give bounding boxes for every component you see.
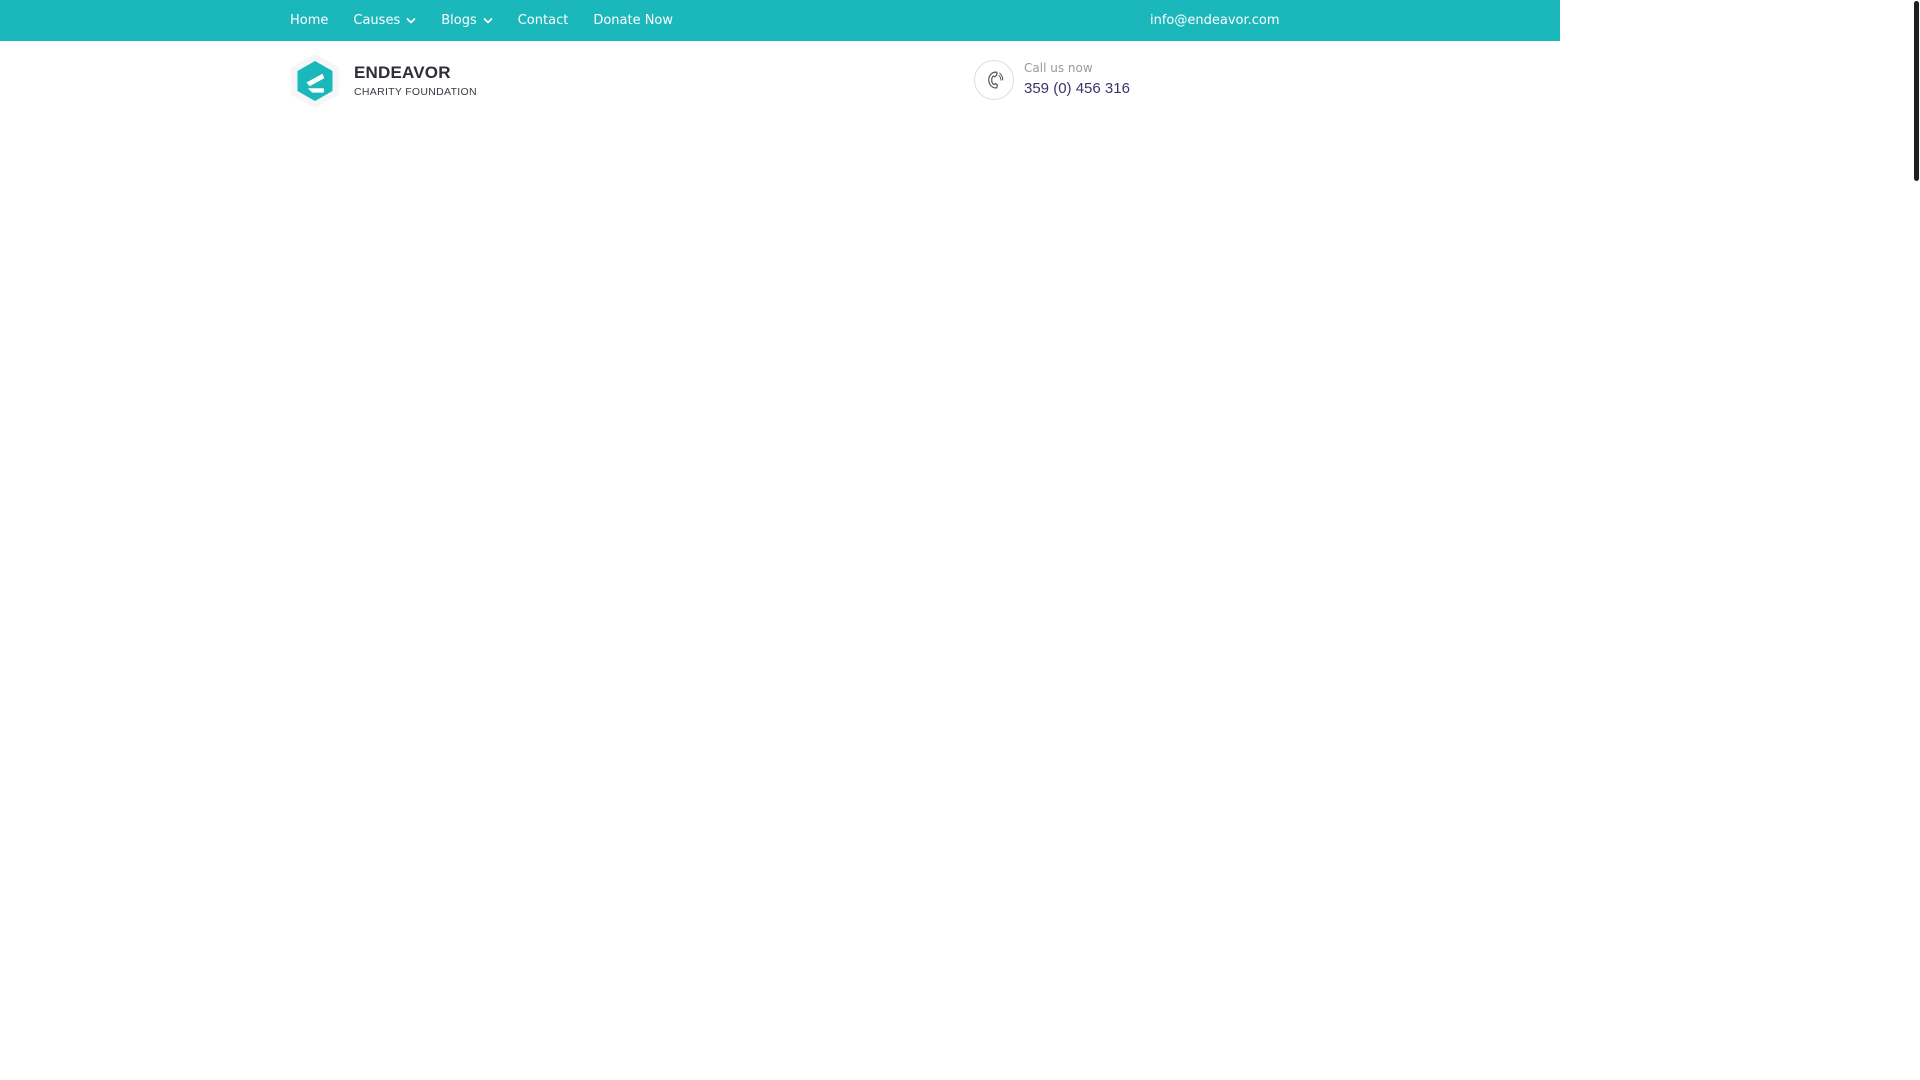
scrollbar[interactable] (1912, 0, 1920, 882)
site-logo[interactable]: ENDEAVOR CHARITY FOUNDATION (287, 52, 477, 110)
nav-item-label: Home (290, 13, 329, 28)
phone-icon-circle (974, 60, 1014, 100)
email-link[interactable]: info@endeavor.com (1150, 0, 1280, 41)
nav-item-label: Donate Now (593, 13, 674, 28)
nav-item-label: Contact (517, 13, 569, 28)
endeavor-hexagon-logo-icon (291, 54, 339, 108)
nav-item-label: Blogs (441, 13, 477, 28)
phone-number[interactable]: 359 (0) 456 316 (1024, 79, 1130, 99)
main-nav: Home Causes Blogs Contact Donate Now (290, 0, 698, 41)
scrollbar-thumb[interactable] (1914, 1, 1919, 181)
logo-text: ENDEAVOR CHARITY FOUNDATION (354, 63, 477, 99)
chevron-down-icon (406, 17, 416, 23)
nav-item-causes[interactable]: Causes (353, 13, 416, 28)
logo-tagline: CHARITY FOUNDATION (354, 86, 477, 98)
nav-item-contact[interactable]: Contact (518, 13, 569, 28)
top-bar: Home Causes Blogs Contact Donate Now inf… (0, 0, 1560, 41)
chevron-down-icon (483, 17, 493, 23)
nav-item-label: Causes (353, 13, 401, 28)
nav-item-home[interactable]: Home (290, 13, 328, 28)
call-text: Call us now 359 (0) 456 316 (1024, 61, 1130, 99)
nav-item-donate-now[interactable]: Donate Now (593, 13, 673, 28)
call-label: Call us now (1024, 61, 1093, 75)
logo-name: ENDEAVOR (354, 63, 451, 82)
nav-item-blogs[interactable]: Blogs (441, 13, 493, 28)
call-box: Call us now 359 (0) 456 316 (974, 60, 1130, 100)
phone-icon (988, 71, 1004, 89)
